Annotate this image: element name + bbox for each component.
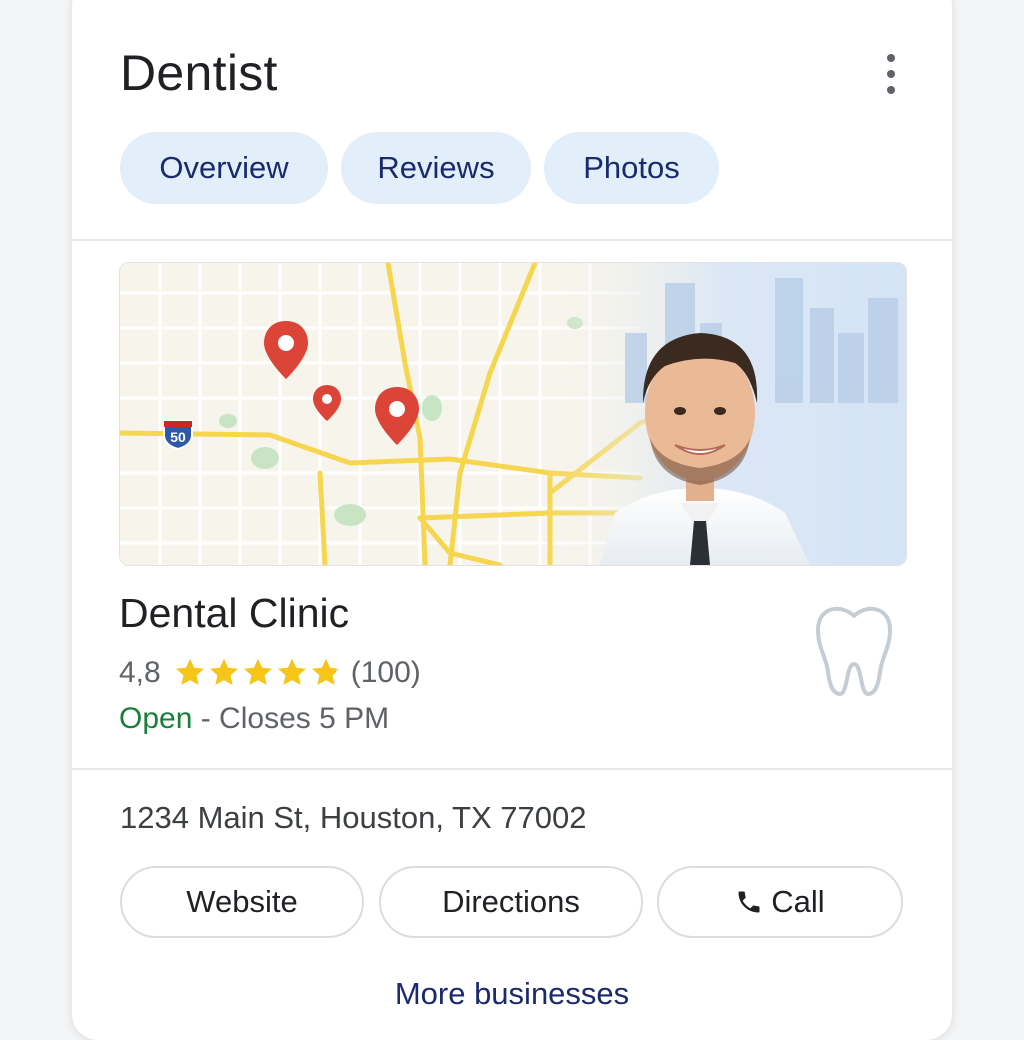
- more-vertical-icon[interactable]: [880, 54, 902, 94]
- business-name[interactable]: Dental Clinic: [119, 590, 349, 637]
- phone-icon: [738, 891, 760, 913]
- directions-button[interactable]: Directions: [379, 866, 643, 938]
- website-button-label: Website: [186, 884, 298, 919]
- star-icon: [243, 658, 272, 685]
- hours-row: Open - Closes 5 PM: [119, 702, 389, 736]
- tooth-icon: [812, 602, 896, 703]
- business-card: Dentist Overview Reviews Photos 50 Denta…: [72, 0, 952, 1040]
- call-button-label: Call: [771, 884, 825, 919]
- website-button[interactable]: Website: [120, 866, 364, 938]
- call-button[interactable]: Call: [657, 866, 903, 938]
- star-icon: [209, 658, 238, 685]
- divider: [72, 239, 952, 241]
- business-address[interactable]: 1234 Main St, Houston, TX 77002: [120, 800, 586, 836]
- star-icon: [175, 658, 204, 685]
- directions-button-label: Directions: [442, 884, 580, 919]
- highway-shield-icon: 50: [163, 420, 193, 451]
- rating-stars: [173, 656, 343, 690]
- open-status: Open: [119, 702, 193, 735]
- tab-overview[interactable]: Overview: [120, 132, 328, 204]
- map-preview[interactable]: 50: [119, 262, 907, 566]
- tab-photos[interactable]: Photos: [544, 132, 719, 204]
- highway-shield-label: 50: [170, 429, 186, 445]
- page-title: Dentist: [120, 45, 278, 101]
- star-icon: [277, 658, 306, 685]
- review-count[interactable]: (100): [351, 656, 421, 690]
- more-businesses-link[interactable]: More businesses: [72, 976, 952, 1012]
- rating-value: 4,8: [119, 656, 161, 689]
- divider: [72, 768, 952, 770]
- closing-time: - Closes 5 PM: [192, 702, 390, 735]
- rating-row: 4,8 (100): [119, 653, 421, 693]
- tab-reviews[interactable]: Reviews: [341, 132, 531, 204]
- star-icon: [311, 658, 340, 685]
